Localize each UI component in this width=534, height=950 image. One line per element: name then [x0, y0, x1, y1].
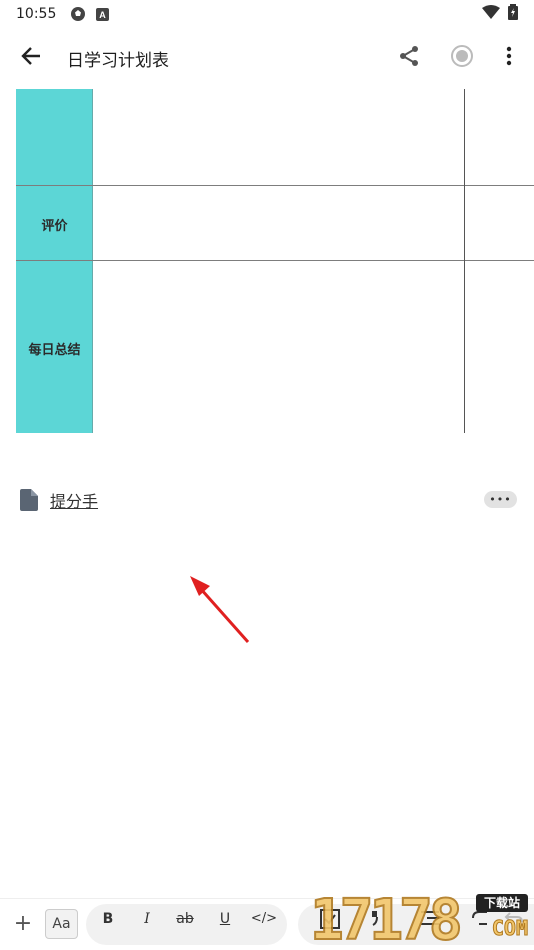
table-row-divider [16, 185, 534, 186]
text-style-button[interactable]: Aa [45, 909, 78, 939]
table-row-label-daily-summary: 每日总结 [28, 343, 81, 358]
more-options-button[interactable] [495, 44, 523, 72]
watermark-tag: 下载站 [476, 894, 528, 912]
attachment-more-button[interactable]: ••• [484, 491, 517, 508]
wifi-icon [482, 5, 500, 23]
file-icon [20, 489, 38, 511]
attachment-item[interactable]: 提分手 ••• [20, 486, 517, 514]
italic-button[interactable]: I [139, 911, 155, 931]
app-bar: 日学习计划表 [0, 28, 534, 88]
code-button[interactable]: </> [250, 911, 278, 931]
status-time: 10:55 [16, 6, 57, 22]
page-title: 日学习计划表 [67, 51, 169, 71]
svg-text:A: A [100, 10, 107, 20]
attachment-name[interactable]: 提分手 [50, 488, 98, 512]
status-bar: 10:55 A [0, 0, 534, 28]
record-button[interactable] [448, 44, 476, 72]
watermark-suffix: COM [491, 916, 528, 941]
soccer-ball-icon [70, 6, 86, 22]
table-row-divider [16, 260, 534, 261]
study-plan-table: 评价 每日总结 [16, 89, 534, 433]
share-icon [398, 45, 420, 71]
add-button[interactable]: + [12, 911, 34, 937]
table-row-label-evaluation: 评价 [41, 219, 68, 234]
back-button[interactable] [18, 45, 44, 71]
table-column-divider [464, 89, 465, 433]
table-header-column [16, 89, 93, 433]
watermark-digits: 17178 [309, 888, 464, 950]
a-badge-icon: A [96, 7, 110, 21]
more-vert-icon [506, 46, 512, 70]
arrow-left-icon [20, 45, 42, 71]
record-icon [450, 44, 474, 72]
battery-charging-icon [508, 4, 518, 24]
underline-button[interactable]: U [216, 911, 234, 931]
annotation-arrow [186, 572, 252, 646]
share-button[interactable] [395, 44, 423, 72]
bold-button[interactable]: B [100, 911, 116, 931]
site-watermark-logo: 17178 下载站 COM [309, 888, 534, 950]
strikethrough-button[interactable]: ab [172, 911, 198, 931]
